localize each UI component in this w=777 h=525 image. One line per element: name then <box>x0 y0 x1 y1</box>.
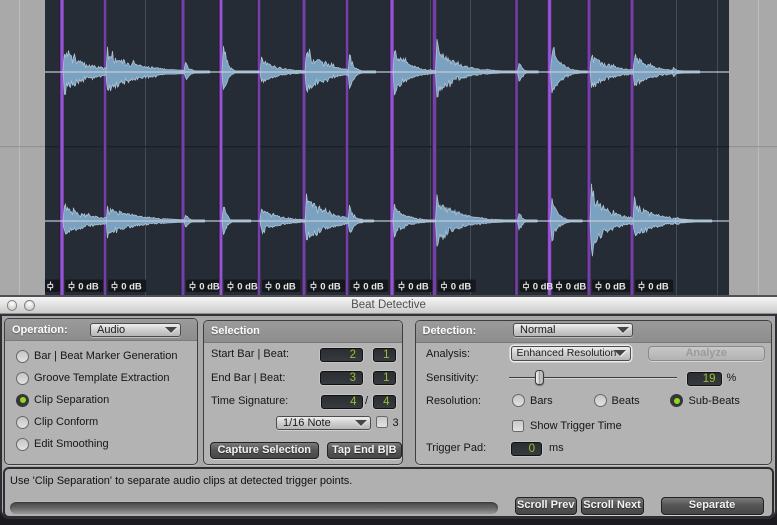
svg-text:0 dB: 0 dB <box>320 282 341 293</box>
svg-text:0 dB: 0 dB <box>121 282 142 293</box>
svg-text:0 dB: 0 dB <box>408 282 429 293</box>
svg-text:0 dB: 0 dB <box>275 282 296 293</box>
svg-text:0 dB: 0 dB <box>605 282 626 293</box>
svg-text:0 dB: 0 dB <box>363 282 384 293</box>
svg-text:0 dB: 0 dB <box>78 282 99 293</box>
svg-text:0 dB: 0 dB <box>533 282 554 293</box>
svg-text:0 dB: 0 dB <box>237 282 258 293</box>
svg-text:0 dB: 0 dB <box>566 282 587 293</box>
svg-text:0 dB: 0 dB <box>648 282 669 293</box>
svg-text:0 dB: 0 dB <box>199 282 220 293</box>
svg-text:0 dB: 0 dB <box>451 282 472 293</box>
